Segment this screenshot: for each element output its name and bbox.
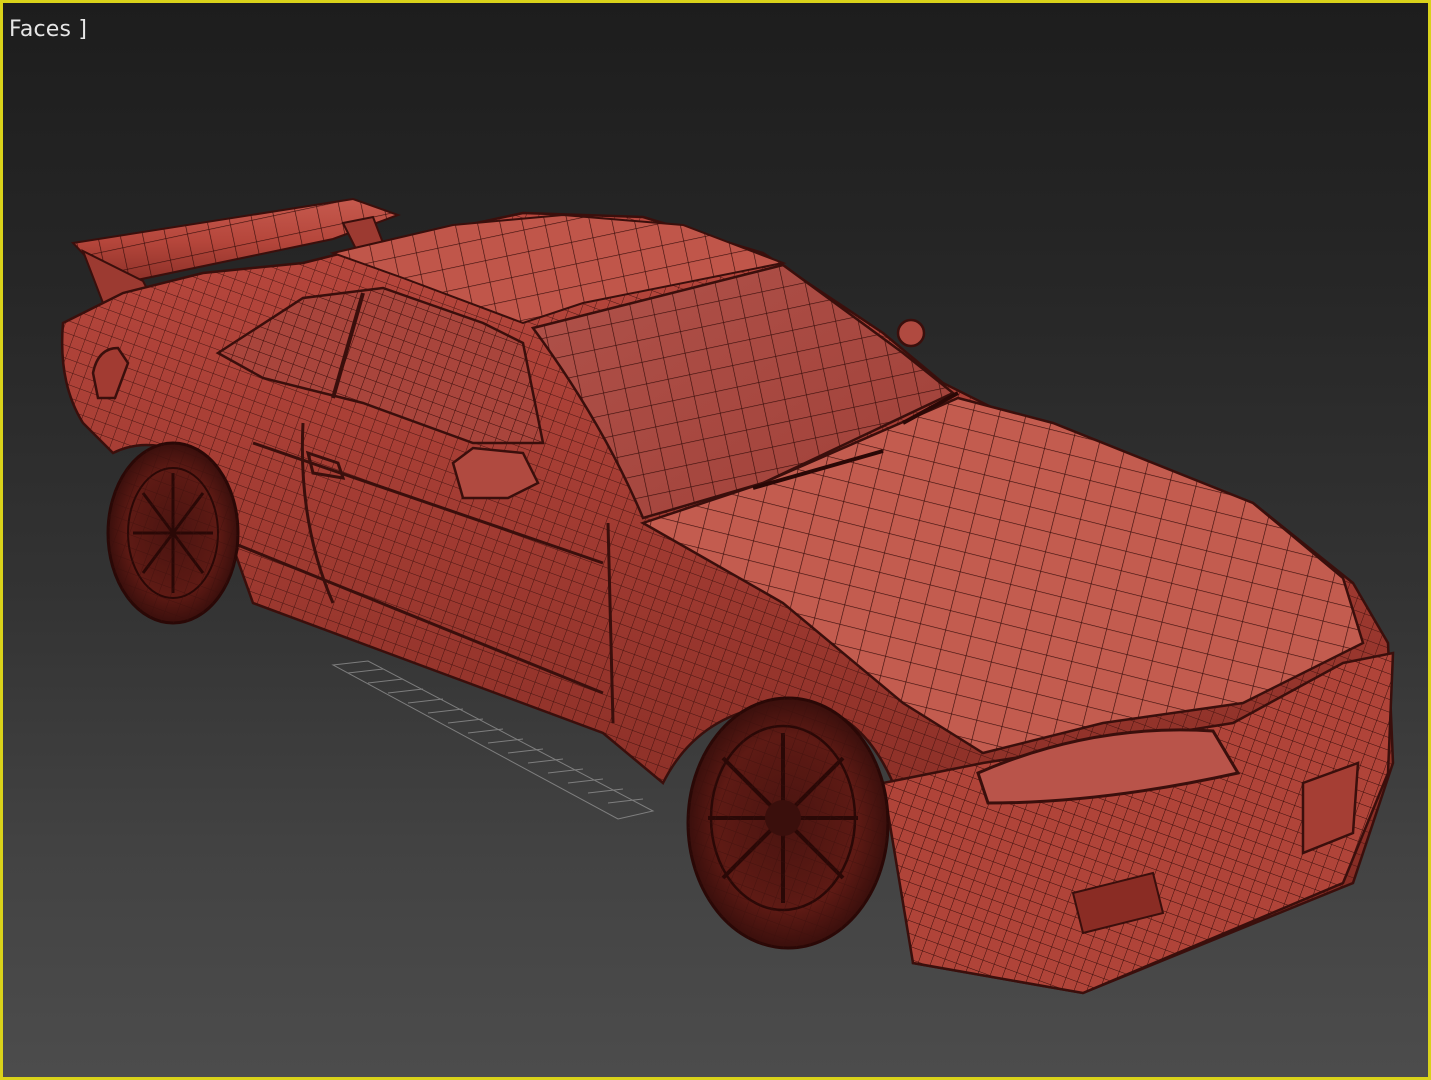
car-model[interactable] xyxy=(60,197,1395,995)
scene-canvas[interactable] xyxy=(3,3,1428,1077)
antenna-mirror xyxy=(896,318,926,348)
3d-viewport[interactable]: Faces ] xyxy=(0,0,1431,1080)
front-wheel xyxy=(686,696,890,950)
side-mirror xyxy=(451,446,540,500)
rear-wheel xyxy=(106,441,240,625)
viewport-shading-label[interactable]: Faces ] xyxy=(9,17,87,42)
